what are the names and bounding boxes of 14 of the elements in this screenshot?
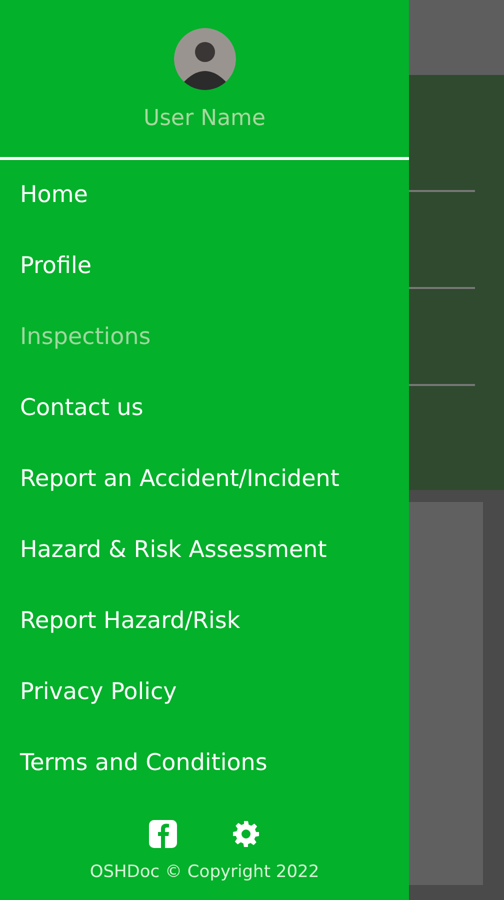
menu-item[interactable]: Privacy Policy (0, 674, 409, 745)
avatar (174, 28, 236, 90)
facebook-icon[interactable] (149, 820, 177, 848)
menu-item[interactable]: Report an Accident/Incident (0, 461, 409, 532)
settings-icon[interactable] (232, 820, 260, 848)
menu-item[interactable]: Report Hazard/Risk (0, 603, 409, 674)
user-name: User Name (143, 108, 266, 130)
menu-item[interactable]: Contact us (0, 390, 409, 461)
menu-item[interactable]: Terms and Conditions (0, 745, 409, 816)
menu-item[interactable]: Home (0, 177, 409, 248)
menu-item[interactable]: Profile (0, 248, 409, 319)
menu-item[interactable]: Hazard & Risk Assessment (0, 532, 409, 603)
menu-item[interactable]: Inspections (0, 319, 409, 390)
copyright-text: OSHDoc © Copyright 2022 (90, 864, 320, 881)
